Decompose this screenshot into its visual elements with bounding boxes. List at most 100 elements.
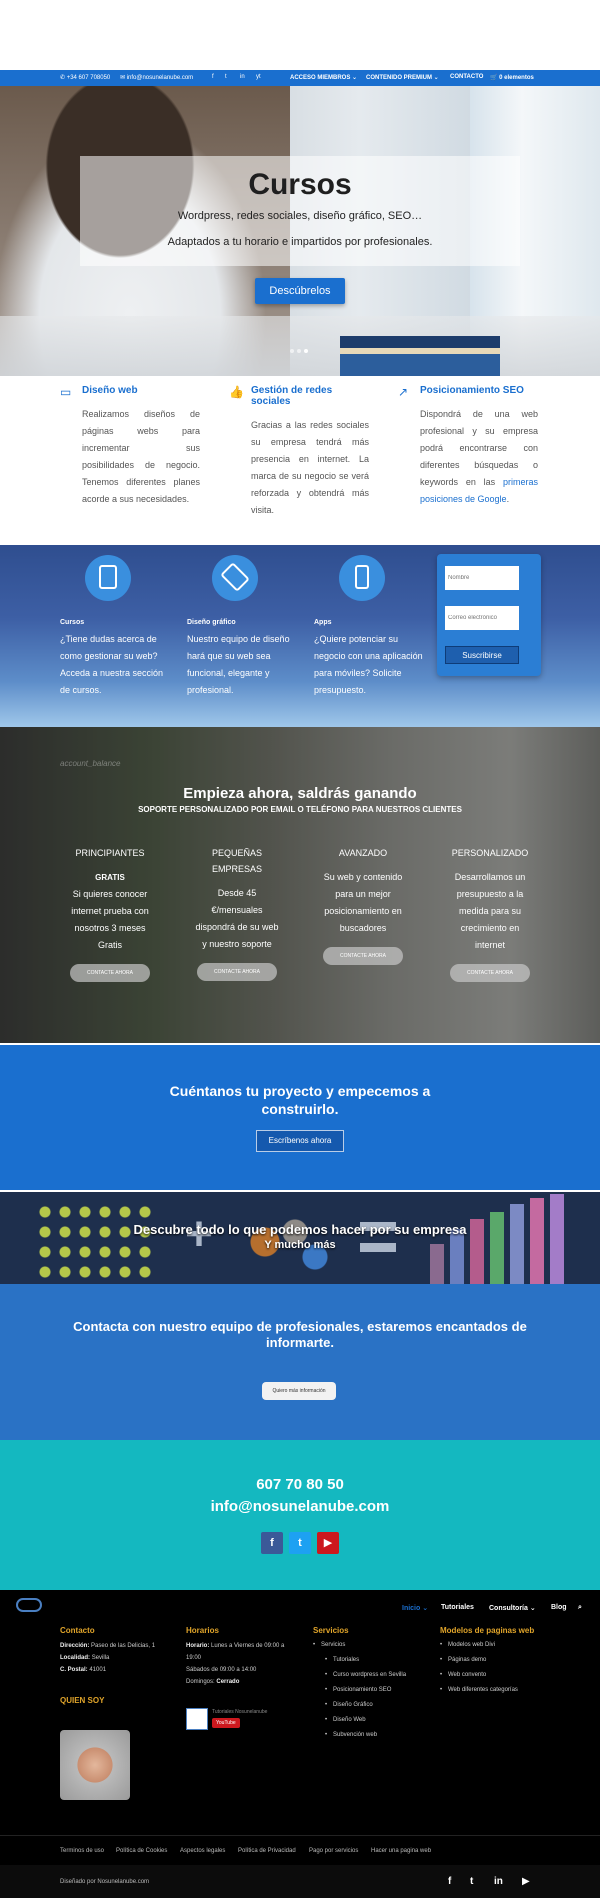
menu-acceso-miembros[interactable]: ACCESO MIEMBROS ⌄ [290,74,357,81]
service-title: Apps [314,619,332,626]
hero-slider: Cursos Wordpress, redes sociales, diseño… [0,86,600,376]
cart-icon: 🛒 [490,75,498,81]
footer-modelos: Modelos de paginas web Modelos web Divi … [440,1626,540,1700]
slider-dots [290,346,311,355]
service-text: Nuestro equipo de diseño hará que su web… [187,634,290,695]
nav-consultoria[interactable]: Consultoría ⌄ [489,1604,536,1612]
bar-graph-image [420,1192,570,1284]
footer-link-legal[interactable]: Aspectos legales [180,1848,225,1854]
monitor-icon: ▭ [60,385,72,399]
footer-link[interactable]: Web diferentes categorías [440,1685,540,1696]
footer-link[interactable]: Subvención web [325,1730,413,1741]
linkedin-icon[interactable]: in [240,74,245,80]
feature-diseno-web: ▭ Diseño web Realizamos diseños de págin… [60,385,200,508]
footer-heading: Contacto [60,1626,95,1635]
service-title: Diseño gráfico [187,619,236,626]
project-cta-title: Cuéntanos tu proyecto y empecemos a cons… [169,1083,431,1117]
youtube-widget: Tutoriales Nosunelanube YouTube [186,1708,286,1732]
slider-dot-active[interactable] [304,349,308,353]
footer-link[interactable]: Web convento [440,1670,540,1681]
youtube-icon[interactable]: yt [256,74,261,80]
footer-link[interactable]: Servicios [313,1640,413,1651]
facebook-icon[interactable]: f [212,74,214,80]
footer-links-bar: Terminos de uso Política de Cookies Aspe… [0,1835,600,1865]
facebook-icon[interactable]: f [448,1876,451,1887]
footer-heading: Servicios [313,1626,349,1635]
footer-link[interactable]: Posicionamiento SEO [325,1685,413,1696]
footer-link[interactable]: Páginas demo [440,1655,540,1666]
search-icon[interactable]: ⌕ [578,1604,582,1612]
channel-name: Tutoriales Nosunelanube [212,1709,268,1715]
twitter-icon[interactable]: t [470,1876,473,1887]
menu-contacto[interactable]: CONTACTO [450,74,483,80]
twitter-icon[interactable]: t [225,74,227,80]
nav-tutoriales[interactable]: Tutoriales [441,1604,474,1611]
plan-text: Desde 45 €/mensuales dispondrá de su web… [195,888,279,949]
more-info-button[interactable]: Quiero más información [262,1382,336,1400]
footer-link[interactable]: Modelos web Divi [440,1640,540,1651]
footer-link-make-web[interactable]: Hacer una pagina web [371,1848,431,1854]
slider-dot[interactable] [290,349,294,353]
contact-phone[interactable]: 607 70 80 50 [0,1476,600,1493]
hero-subtitle-2: Adaptados a tu horario e impartidos por … [167,236,433,248]
youtube-icon[interactable]: ▶ [317,1532,339,1554]
feature-text: Gracias a las redes sociales su empresa … [251,420,369,515]
pricing-subtitle: SOPORTE PERSONALIZADO POR EMAIL O TELÉFO… [138,805,462,814]
youtube-subscribe-button[interactable]: YouTube [212,1718,240,1728]
contact-team-title: Contacta con nuestro equipo de profesion… [73,1319,527,1350]
slider-dot[interactable] [297,349,301,353]
footer-bottom: Diseñado por Nosunelanube.com f t in ▶ [0,1865,600,1898]
twitter-icon[interactable]: t [289,1532,311,1554]
service-text: ¿Tiene dudas acerca de como gestionar su… [60,634,164,695]
discover-subtitle: Y mucho más [264,1239,336,1251]
footer-link[interactable]: Curso wordpress en Sevilla [325,1670,413,1681]
service-cursos[interactable]: Cursos ¿Tiene dudas acerca de como gesti… [60,555,175,699]
facebook-icon[interactable]: f [261,1532,283,1554]
watermark-text: account_balance [60,759,121,768]
name-input[interactable] [445,566,519,590]
plan-contact-button[interactable]: CONTACTE AHORA [323,947,403,965]
plan-contact-button[interactable]: CONTACTE AHORA [197,963,277,981]
service-diseno-grafico[interactable]: Diseño gráfico Nuestro equipo de diseño … [187,555,302,699]
site-logo[interactable] [16,1598,42,1612]
footer-contacto: Contacto Dirección: Paseo de las Delicia… [60,1626,160,1710]
menu-contenido-premium[interactable]: CONTENIDO PREMIUM ⌄ [366,74,439,81]
footer-link-cookies[interactable]: Política de Cookies [116,1848,167,1854]
email-input[interactable] [445,606,519,630]
channel-logo [186,1708,208,1730]
linkedin-icon[interactable]: in [494,1876,503,1887]
feature-text: Realizamos diseños de páginas webs para … [82,409,200,504]
email-link[interactable]: ✉ info@nosunelanube.com [120,74,193,81]
footer-heading: Modelos de paginas web [440,1626,535,1635]
footer-link[interactable]: Diseño Gráfico [325,1700,413,1711]
write-us-button[interactable]: Escríbenos ahora [256,1130,344,1152]
youtube-icon[interactable]: ▶ [522,1876,530,1887]
plan-text: Desarrollamos un presupuesto a la medida… [454,872,526,950]
locality: Localidad: Sevilla [60,1655,110,1661]
postal-code: C. Postal: 41001 [60,1667,107,1673]
top-bar: ✆ +34 607 708050 ✉ info@nosunelanube.com… [0,70,600,86]
footer-link-privacy[interactable]: Política de Privacidad [238,1848,296,1854]
phone-link[interactable]: ✆ +34 607 708050 [60,74,110,81]
hero-cta-button[interactable]: Descúbrelos [255,278,345,304]
plan-contact-button[interactable]: CONTACTE AHORA [70,964,150,982]
plan-tag: GRATIS [95,873,125,882]
contact-team-section: Contacta con nuestro equipo de profesion… [0,1284,600,1440]
pricing-title: Empieza ahora, saldrás ganando [183,785,417,802]
footer-servicios: Servicios Servicios Tutoriales Curso wor… [313,1626,413,1745]
footer-link-payment[interactable]: Pago por servicios [309,1848,358,1854]
footer-link-terms[interactable]: Terminos de uso [60,1848,104,1854]
cart-link[interactable]: 🛒 0 elementos [490,74,534,81]
service-title: Cursos [60,619,85,626]
hero-books [340,336,500,376]
nav-blog[interactable]: Blog [551,1604,567,1611]
service-apps[interactable]: Apps ¿Quiere potenciar su negocio con un… [314,555,429,699]
nav-inicio[interactable]: Inicio ⌄ [402,1604,428,1612]
contact-email[interactable]: info@nosunelanube.com [0,1498,600,1515]
footer-link[interactable]: Tutoriales [325,1655,413,1666]
feature-redes-sociales: 👍 Gestión de redes sociales Gracias a la… [229,385,369,519]
footer-link[interactable]: Diseño Web [325,1715,413,1726]
avatar [60,1730,130,1800]
plan-contact-button[interactable]: CONTACTE AHORA [450,964,530,982]
subscribe-button[interactable]: Suscribirse [445,646,519,664]
